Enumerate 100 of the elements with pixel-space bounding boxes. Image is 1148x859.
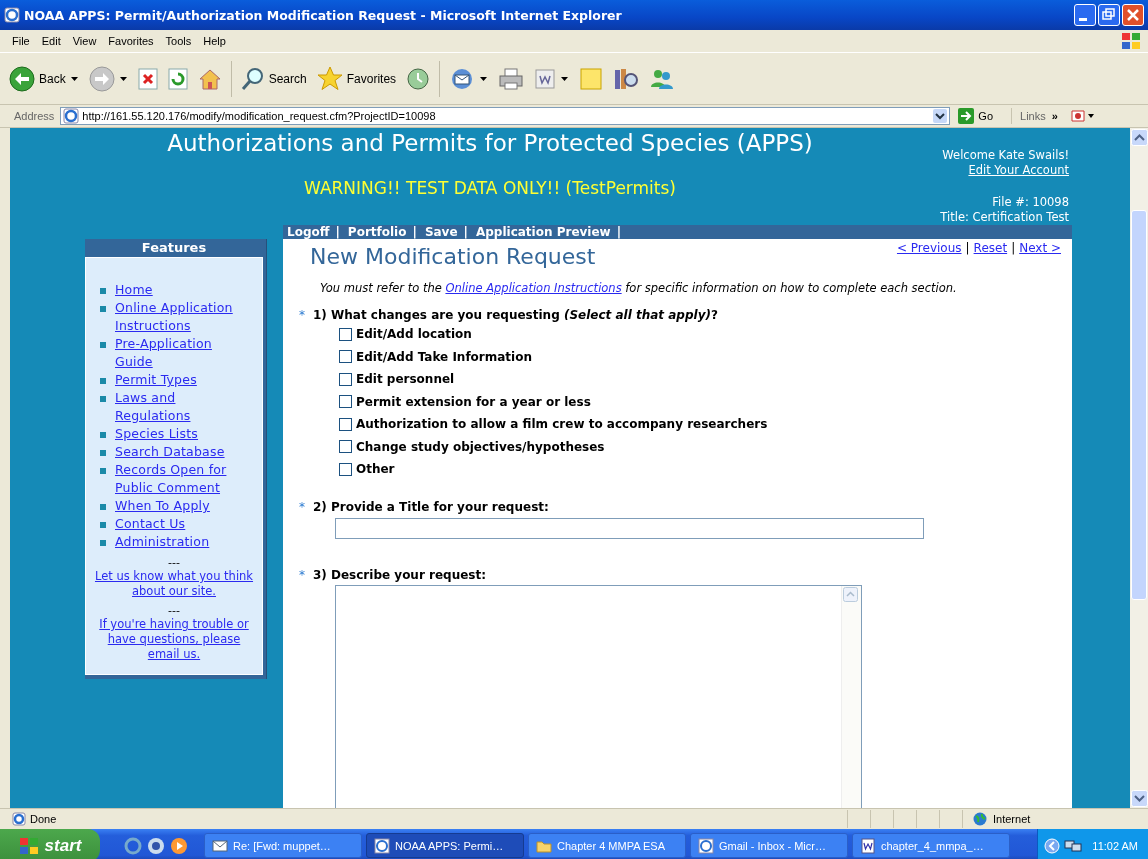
question-label: 2) Provide a Title for your request: bbox=[313, 498, 549, 515]
toolbar-tool-icon[interactable] bbox=[1069, 108, 1096, 124]
close-button[interactable] bbox=[1122, 4, 1144, 26]
caret-icon[interactable] bbox=[119, 76, 127, 81]
separator-text: | bbox=[463, 225, 468, 239]
option-label: Other bbox=[356, 462, 395, 477]
sidebar-link[interactable]: Laws and Regulations bbox=[115, 389, 247, 425]
taskbar-button[interactable]: chapter_4_mmpa_… bbox=[852, 833, 1010, 858]
go-button[interactable]: Go bbox=[954, 108, 1013, 124]
required-mark: * bbox=[299, 498, 305, 515]
sidebar-link[interactable]: Administration bbox=[115, 533, 210, 551]
back-icon bbox=[9, 65, 35, 92]
expand-tray-icon[interactable] bbox=[1044, 837, 1061, 854]
scrollbar[interactable] bbox=[841, 585, 861, 808]
menu-item[interactable]: Help bbox=[197, 35, 232, 47]
maximize-button[interactable] bbox=[1098, 4, 1120, 26]
file-title: Title: Certification Test bbox=[940, 210, 1069, 225]
caret-icon[interactable] bbox=[70, 76, 78, 81]
star-icon bbox=[316, 65, 343, 92]
minimize-button[interactable] bbox=[1074, 4, 1096, 26]
bullet-icon bbox=[100, 306, 106, 312]
favorites-button[interactable]: Favorites bbox=[313, 63, 400, 94]
stop-icon[interactable] bbox=[137, 67, 158, 90]
bullet-icon bbox=[100, 396, 106, 402]
pager-link[interactable]: < Previous bbox=[896, 241, 962, 255]
question-label: 3) Describe your request: bbox=[313, 566, 486, 583]
clock-text: 11:02 AM bbox=[1092, 839, 1138, 852]
taskbar-button[interactable]: NOAA APPS: Permi… bbox=[366, 833, 524, 858]
bullet-icon bbox=[100, 522, 106, 528]
go-arrow-icon bbox=[958, 108, 975, 124]
sidebar-link[interactable]: Records Open for Public Comment bbox=[115, 461, 247, 497]
instructions-link[interactable]: Online Application Instructions bbox=[445, 281, 622, 295]
sidebar-link[interactable]: When To Apply bbox=[115, 497, 210, 515]
required-mark: * bbox=[299, 307, 305, 323]
sidebar-link[interactable]: Pre-Application Guide bbox=[115, 335, 247, 371]
sidebar-link[interactable]: Home bbox=[115, 281, 153, 299]
sidebar-link[interactable]: Contact Us bbox=[115, 515, 186, 533]
refresh-icon[interactable] bbox=[167, 67, 188, 90]
sidebar-link[interactable]: Online Application Instructions bbox=[115, 299, 247, 335]
links-label[interactable]: Links bbox=[1016, 110, 1046, 122]
bullet-icon bbox=[100, 342, 106, 348]
chevron-button[interactable]: » bbox=[1049, 110, 1066, 122]
scroll-thumb[interactable] bbox=[1131, 210, 1147, 600]
checkbox[interactable] bbox=[339, 350, 352, 364]
taskbar-button[interactable]: Gmail - Inbox - Micr… bbox=[690, 833, 848, 858]
search-button[interactable]: Search bbox=[237, 64, 310, 93]
pager-link[interactable]: Reset bbox=[973, 241, 1008, 255]
feedback-link[interactable]: If you're having trouble or have questions, please email us. bbox=[88, 617, 260, 662]
search-icon bbox=[240, 66, 265, 91]
instructions-text: You must refer to the Online Application Instructions for specific information on how to complete each section. bbox=[320, 281, 958, 295]
taskbar-button[interactable]: Chapter 4 MMPA ESA bbox=[528, 833, 686, 858]
browser-icon[interactable] bbox=[124, 836, 142, 855]
ie-icon bbox=[63, 108, 80, 124]
menu-item[interactable]: Edit bbox=[35, 35, 67, 47]
desktop-icon[interactable] bbox=[147, 836, 165, 855]
document-icon[interactable] bbox=[534, 67, 557, 90]
checkbox[interactable] bbox=[339, 372, 352, 386]
option-label: Edit personnel bbox=[356, 372, 455, 387]
nav-link[interactable]: Application Preview bbox=[475, 225, 611, 239]
nav-link[interactable]: Save bbox=[424, 225, 458, 239]
pager-link[interactable]: Next > bbox=[1019, 241, 1061, 255]
nav-link[interactable]: Logoff bbox=[287, 225, 330, 239]
checkbox[interactable] bbox=[339, 440, 352, 454]
menu-item[interactable]: File bbox=[6, 35, 36, 47]
divider-text: --- bbox=[168, 605, 180, 617]
menu-item[interactable]: Tools bbox=[159, 35, 198, 47]
sidebar-link[interactable]: Species Lists bbox=[115, 425, 199, 443]
menu-item[interactable]: View bbox=[66, 35, 103, 47]
scrollbar[interactable] bbox=[1130, 128, 1148, 808]
checkbox[interactable] bbox=[339, 462, 352, 476]
checkbox[interactable] bbox=[339, 395, 352, 409]
separator-text: | bbox=[616, 225, 622, 239]
zone-text: Internet bbox=[993, 813, 1031, 825]
books-icon[interactable] bbox=[613, 66, 640, 91]
sidebar-link[interactable]: Search Database bbox=[115, 443, 225, 461]
checkbox[interactable] bbox=[339, 417, 352, 431]
title-input-field[interactable] bbox=[335, 517, 924, 539]
question-label: 1) What changes are you requesting (Select all that apply)? bbox=[313, 307, 718, 323]
window-title: NOAA APPS: Permit/Authorization Modification Request - Microsoft Internet Explorer bbox=[24, 7, 623, 23]
back-button[interactable]: Back bbox=[6, 63, 69, 94]
bullet-icon bbox=[100, 378, 106, 384]
caret-icon[interactable] bbox=[561, 76, 569, 81]
taskbar-button[interactable]: Re: [Fwd: muppet… bbox=[204, 833, 362, 858]
history-icon[interactable] bbox=[406, 66, 431, 91]
sidebar-link[interactable]: Permit Types bbox=[115, 371, 197, 389]
network-icon[interactable] bbox=[1064, 837, 1083, 854]
address-field[interactable]: http://161.55.120.176/modify/modification_request.cfm?ProjectID=10098 bbox=[60, 107, 951, 125]
envelope-icon bbox=[212, 837, 228, 854]
bullet-icon bbox=[100, 450, 106, 456]
caret-icon[interactable] bbox=[480, 76, 488, 81]
edit-account-link[interactable]: Edit Your Account bbox=[968, 163, 1069, 178]
media-player-icon[interactable] bbox=[170, 836, 188, 855]
nav-link[interactable]: Portfolio bbox=[347, 225, 407, 239]
address-label: Address bbox=[13, 110, 56, 122]
menu-item[interactable]: Favorites bbox=[102, 35, 160, 47]
checkbox[interactable] bbox=[339, 327, 352, 341]
feedback-link[interactable]: Let us know what you think about our site. bbox=[88, 569, 260, 599]
start-button[interactable]: start bbox=[0, 829, 100, 859]
file-number: File #: 10098 bbox=[992, 195, 1069, 210]
printer-icon[interactable] bbox=[498, 66, 525, 91]
